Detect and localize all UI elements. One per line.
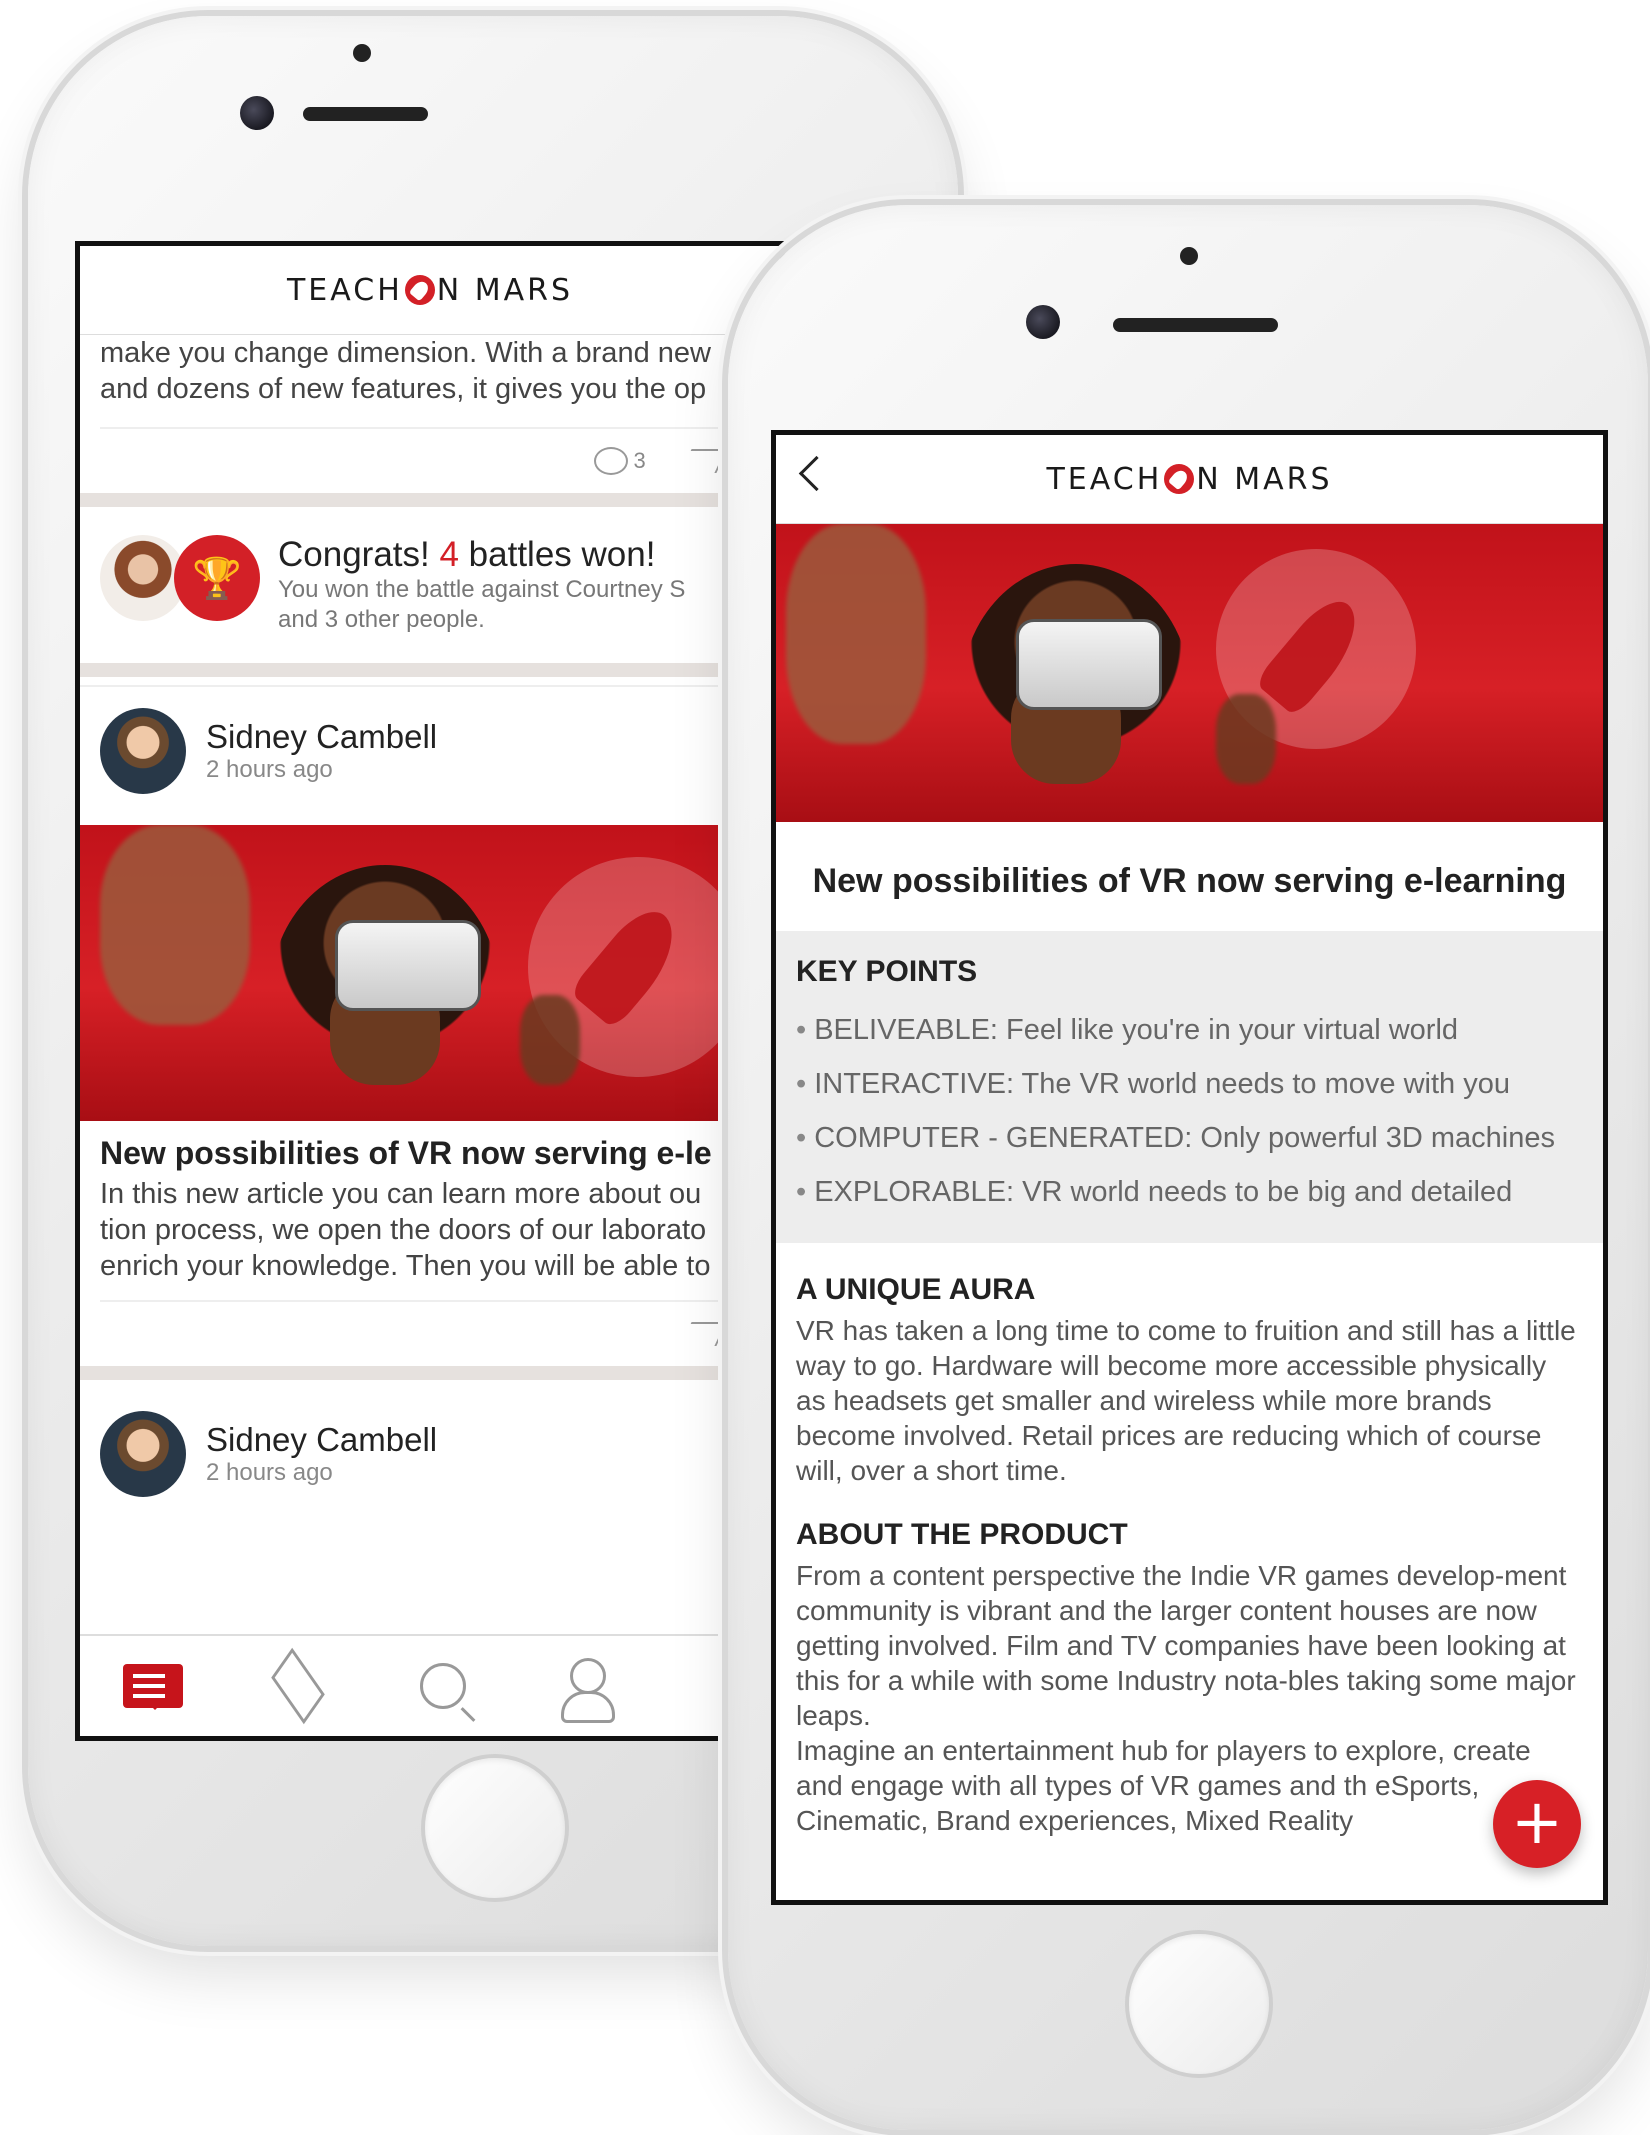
avatar — [100, 1411, 186, 1497]
trophy-icon: 🏆 — [174, 535, 260, 621]
key-point: BELIVEABLE: Feel like you're in your vir… — [796, 1003, 1583, 1057]
earpiece-speaker — [1113, 318, 1278, 332]
tab-learning[interactable] — [268, 1647, 328, 1725]
article-body: A UNIQUE AURA VR has taken a long time t… — [776, 1243, 1603, 1838]
teach-on-mars-logo: TEACH N MARS — [1046, 461, 1333, 497]
home-button[interactable] — [1125, 1930, 1273, 2078]
divider — [80, 663, 780, 677]
proximity-sensor — [1180, 247, 1198, 265]
app-header: TEACH N MARS — [80, 246, 780, 335]
back-arrow-icon[interactable] — [798, 455, 835, 492]
tab-profile[interactable] — [558, 1656, 618, 1723]
user-icon — [560, 1658, 615, 1723]
article-image[interactable] — [80, 825, 780, 1121]
key-point: INTERACTIVE: The VR world needs to move … — [796, 1057, 1583, 1111]
rocket-logo-icon — [1164, 464, 1195, 494]
rocket-logo-icon — [404, 275, 435, 305]
article-hero-image — [776, 524, 1603, 822]
add-button[interactable]: + — [1493, 1780, 1581, 1868]
section-paragraph: Imagine an entertainment hub for players… — [796, 1735, 1531, 1836]
tab-search[interactable] — [413, 1656, 473, 1716]
vr-headset — [1016, 619, 1162, 710]
post-header[interactable]: Sidney Cambell 2 hours ago — [80, 1380, 780, 1528]
intro-actions: 3 9 — [100, 427, 760, 493]
section-heading: A UNIQUE AURA — [796, 1273, 1036, 1306]
front-camera — [240, 96, 274, 130]
battle-title: Congrats! 4 battles won! — [278, 535, 656, 574]
article-title: New possibilities of VR now serving e-le… — [776, 822, 1603, 931]
avatar — [100, 708, 186, 794]
proximity-sensor — [353, 44, 371, 62]
graduation-cap-icon — [270, 1647, 325, 1725]
earpiece-speaker — [303, 107, 428, 121]
feed-screen: TEACH N MARS make you change dimension. … — [75, 241, 785, 1741]
battle-row: 🏆 Congrats! 4 battles won! You won the b… — [80, 507, 760, 687]
key-point: COMPUTER - GENERATED: Only powerful 3D m… — [796, 1111, 1583, 1165]
image-hand — [786, 524, 926, 744]
article-title[interactable]: New possibilities of VR now serving e-le — [80, 1121, 780, 1176]
app-header: TEACH N MARS — [776, 435, 1603, 524]
key-points-box: KEY POINTS BELIVEABLE: Feel like you're … — [776, 931, 1603, 1243]
comment-icon — [593, 447, 628, 475]
article-screen: TEACH N MARS New possibilities of VR now… — [771, 430, 1608, 1905]
comment-button[interactable]: 3 — [593, 447, 646, 475]
battle-subtitle: You won the battle against Courtney S — [278, 576, 686, 603]
key-point: EXPLORABLE: VR world needs to be big and… — [796, 1165, 1583, 1219]
battle-card[interactable]: 🏆 Congrats! 4 battles won! You won the b… — [80, 507, 780, 687]
intro-card[interactable]: make you change dimension. With a brand … — [80, 335, 780, 493]
image-hand — [100, 825, 250, 1025]
front-camera — [1026, 305, 1060, 339]
article-excerpt: In this new article you can learn more a… — [80, 1176, 780, 1366]
author-name: Sidney Cambell — [206, 1421, 438, 1458]
front-phone: TEACH N MARS New possibilities of VR now… — [728, 205, 1648, 2130]
tab-bar — [80, 1634, 780, 1736]
post-header[interactable]: Sidney Cambell 2 hours ago — [80, 677, 780, 825]
divider — [80, 1366, 780, 1380]
tab-feed[interactable] — [122, 1656, 183, 1716]
teach-on-mars-logo: TEACH N MARS — [286, 272, 574, 308]
battle-subtitle: and 3 other people. — [278, 606, 485, 633]
image-hand — [1216, 694, 1276, 784]
share-icon — [680, 1322, 728, 1346]
section-paragraph: VR has taken a long time to come to frui… — [796, 1315, 1576, 1486]
section-paragraph: From a content perspective the Indie VR … — [796, 1560, 1576, 1731]
article-actions: 9 — [100, 1300, 760, 1366]
search-icon — [419, 1663, 466, 1709]
post-time: 2 hours ago — [206, 1459, 333, 1486]
image-hand — [520, 995, 580, 1085]
intro-line: make you change dimension. With a brand … — [100, 337, 711, 369]
key-points-heading: KEY POINTS — [796, 955, 978, 988]
home-button[interactable] — [421, 1754, 569, 1902]
feed-icon — [122, 1664, 183, 1710]
intro-line: and dozens of new features, it gives you… — [100, 373, 707, 405]
divider — [80, 493, 780, 507]
share-icon — [680, 449, 728, 473]
vr-headset — [335, 920, 481, 1011]
author-name: Sidney Cambell — [206, 718, 438, 755]
section-heading: ABOUT THE PRODUCT — [796, 1518, 1128, 1551]
post-time: 2 hours ago — [206, 756, 333, 783]
